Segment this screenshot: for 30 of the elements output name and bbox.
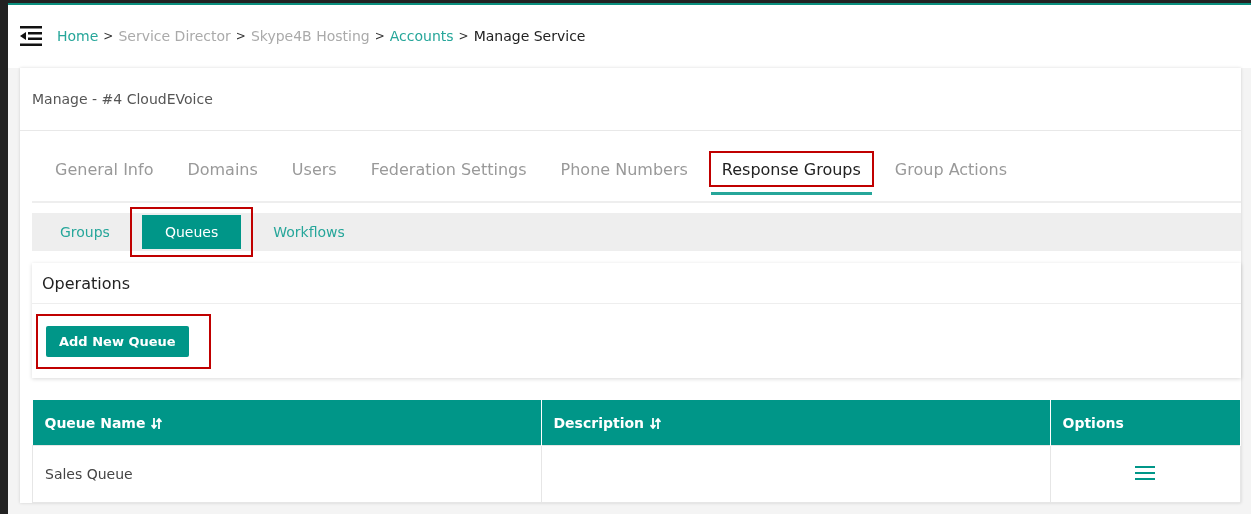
panel-title: Operations	[42, 273, 130, 293]
sub-tab[interactable]: Workflows	[261, 216, 357, 248]
breadcrumb-separator: >	[374, 28, 385, 43]
tab[interactable]: Response Groups	[710, 147, 872, 195]
sub-tab[interactable]: Queues	[141, 215, 242, 249]
breadcrumb-item: Skype4B Hosting	[250, 27, 370, 44]
tab[interactable]: Phone Numbers	[549, 147, 699, 195]
column-header[interactable]: Queue Name	[32, 400, 541, 446]
tab[interactable]: Group Actions	[883, 147, 1019, 195]
breadcrumb-item: Service Director	[118, 27, 231, 44]
sort-icon[interactable]	[650, 417, 662, 429]
breadcrumb-item[interactable]: Home	[57, 27, 99, 44]
tab[interactable]: Domains	[176, 147, 269, 195]
menu-collapse-icon[interactable]	[20, 24, 44, 47]
sub-tab[interactable]: Groups	[48, 216, 122, 248]
table-cell: Sales Queue	[32, 445, 541, 503]
breadcrumb-item[interactable]: Accounts	[389, 27, 454, 44]
tab[interactable]: General Info	[44, 147, 165, 195]
breadcrumb-separator: >	[235, 28, 246, 43]
column-header[interactable]: Description	[541, 400, 1050, 446]
column-header: Options	[1050, 400, 1241, 446]
sort-icon[interactable]	[151, 417, 163, 429]
menu-icon[interactable]	[1135, 465, 1156, 480]
breadcrumb-separator: >	[458, 28, 469, 43]
tab[interactable]: Users	[280, 147, 348, 195]
card-title: Manage - #4 CloudEVoice	[32, 91, 213, 107]
breadcrumb-separator: >	[103, 28, 114, 43]
add-new-queue-button[interactable]: Add New Queue	[46, 325, 189, 357]
breadcrumb-item: Manage Service	[473, 27, 586, 44]
tab[interactable]: Federation Settings	[359, 147, 538, 195]
